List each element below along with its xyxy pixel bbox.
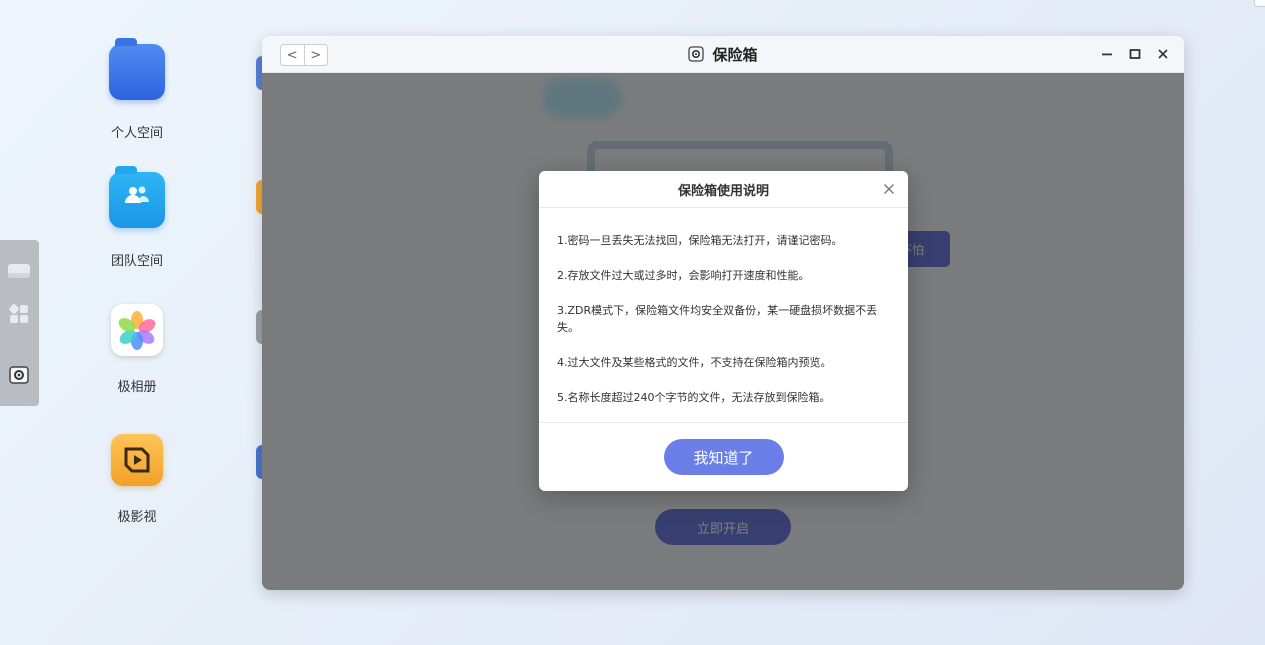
minimize-icon[interactable] xyxy=(1100,44,1114,64)
dialog-body: 1.密码一旦丢失无法找回，保险箱无法打开，请谨记密码。 2.存放文件过大或过多时… xyxy=(539,208,908,423)
window-title-text: 保险箱 xyxy=(712,45,758,64)
note-item: 5.名称长度超过240个字节的文件，无法存放到保险箱。 xyxy=(557,391,831,404)
window-title: 保险箱 xyxy=(262,36,1184,72)
dialog-title: 保险箱使用说明 xyxy=(677,183,769,199)
desktop-icon-personal-space[interactable]: 个人空间 xyxy=(77,38,197,141)
photos-app-icon xyxy=(111,304,163,356)
note-item: 4.过大文件及某些格式的文件，不支持在保险箱内预览。 xyxy=(557,356,832,369)
personal-folder-icon xyxy=(109,38,165,100)
desktop-icon-photos[interactable]: 极相册 xyxy=(77,304,197,395)
note-item: 2.存放文件过大或过多时，会影响打开速度和性能。 xyxy=(557,269,810,282)
apps-grid-icon[interactable] xyxy=(6,301,32,327)
confirm-button[interactable]: 我知道了 xyxy=(663,439,784,475)
window-controls xyxy=(1100,44,1170,64)
dialog-header: 保险箱使用说明 xyxy=(539,171,908,208)
team-folder-icon xyxy=(109,166,165,228)
desktop-icon-label: 个人空间 xyxy=(110,126,163,141)
close-icon[interactable] xyxy=(1156,44,1170,64)
side-dock xyxy=(0,240,39,406)
drive-icon[interactable] xyxy=(6,258,32,284)
maximize-icon[interactable] xyxy=(1128,44,1142,64)
desktop-icon-video[interactable]: 极影视 xyxy=(77,434,197,525)
top-right-handle[interactable] xyxy=(1254,0,1265,7)
desktop-icon-label: 极相册 xyxy=(117,380,157,395)
video-app-icon xyxy=(111,434,163,486)
close-icon[interactable] xyxy=(880,180,898,198)
vault-icon xyxy=(688,46,705,62)
dialog-footer: 我知道了 xyxy=(539,423,908,491)
vault-icon[interactable] xyxy=(6,362,32,388)
desktop-icon-label: 极影视 xyxy=(117,510,157,525)
note-item: 3.ZDR模式下，保险箱文件均安全双备份，某一硬盘损坏数据不丢失。 xyxy=(557,304,878,334)
usage-instructions-dialog: 保险箱使用说明 1.密码一旦丢失无法找回，保险箱无法打开，请谨记密码。 2.存放… xyxy=(539,171,908,491)
window-titlebar[interactable]: < > 保险箱 xyxy=(262,36,1184,73)
desktop-icon-label: 团队空间 xyxy=(110,254,163,269)
desktop-icon-team-space[interactable]: 团队空间 xyxy=(77,166,197,269)
note-item: 1.密码一旦丢失无法找回，保险箱无法打开，请谨记密码。 xyxy=(557,234,843,247)
